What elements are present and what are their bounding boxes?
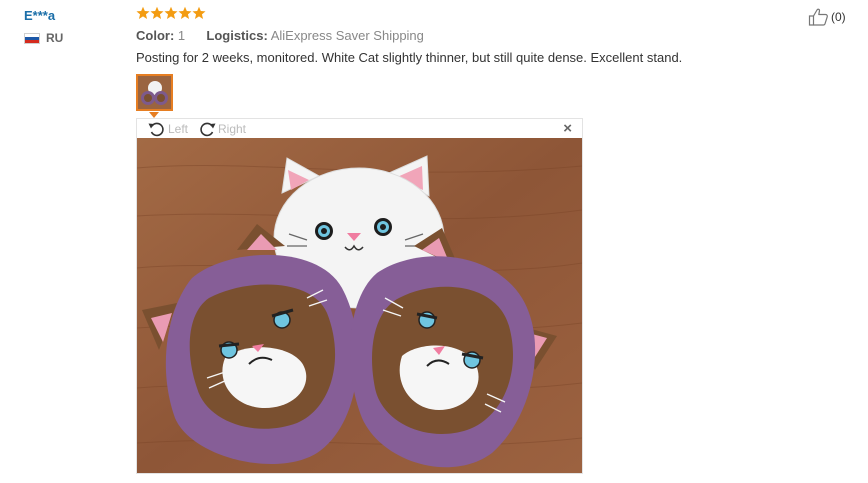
thumbs-up-icon (808, 8, 828, 26)
star-icon (136, 6, 150, 19)
color-value: 1 (177, 28, 186, 43)
star-icon (150, 6, 164, 19)
review-photo (137, 138, 582, 473)
review-photo-thumbnail[interactable] (136, 74, 173, 111)
review-text: Posting for 2 weeks, monitored. White Ca… (136, 50, 683, 65)
star-icon (164, 6, 178, 19)
rotate-right-label: Right (218, 122, 247, 136)
color-label: Color: (136, 28, 175, 43)
helpful-count: (0) (831, 10, 846, 24)
rotate-right-button[interactable]: Right (197, 121, 246, 137)
star-icon (192, 6, 206, 19)
logistics-value: AliExpress Saver Shipping (270, 28, 424, 43)
star-rating (136, 6, 206, 20)
photo-viewer: Left Right × (136, 118, 583, 474)
close-viewer-button[interactable]: × (563, 121, 572, 137)
russia-flag-icon (24, 32, 40, 44)
rotate-left-label: Left (168, 122, 189, 136)
reviewer-name[interactable]: E***a (24, 8, 55, 23)
order-meta: Color: 1 Logistics: AliExpress Saver Shi… (136, 28, 424, 43)
logistics-label: Logistics: (206, 28, 268, 43)
rotate-left-icon (148, 122, 164, 137)
rotate-left-button[interactable]: Left (147, 121, 188, 137)
rotate-right-icon (200, 122, 216, 137)
viewer-toolbar: Left Right × (137, 119, 582, 139)
star-icon (178, 6, 192, 19)
helpful-button[interactable]: (0) (808, 8, 846, 26)
country-code: RU (46, 31, 64, 45)
reviewer-country: RU (24, 31, 63, 45)
